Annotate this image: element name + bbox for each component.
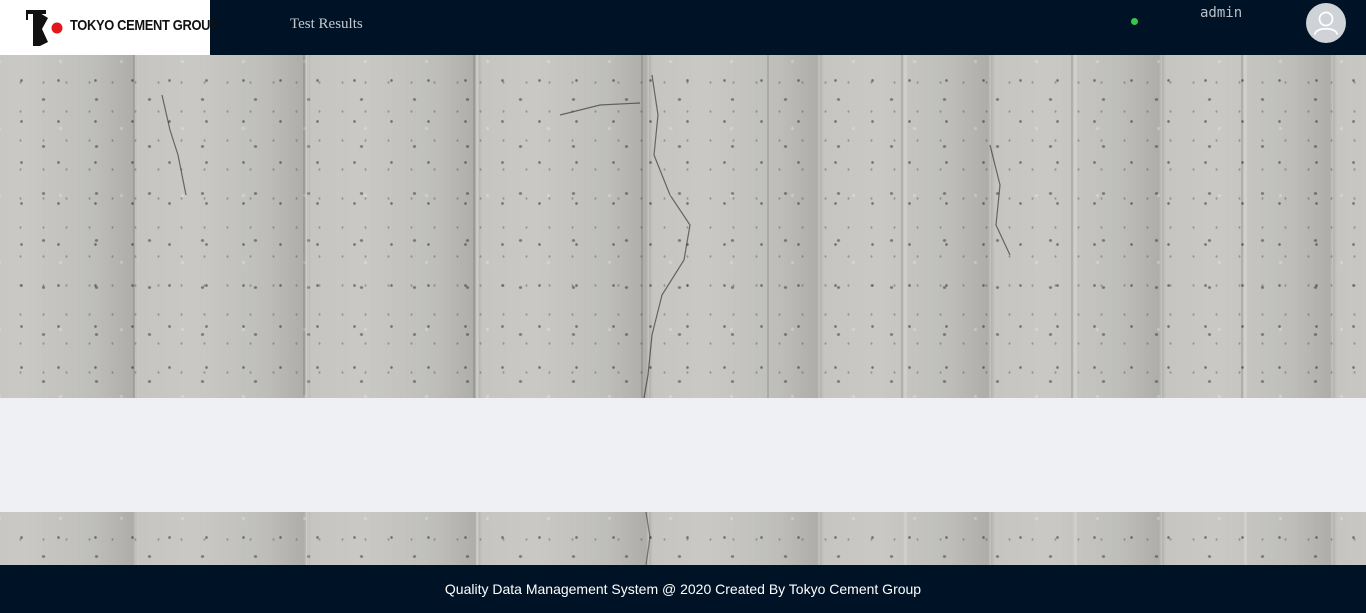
brand-logo[interactable]: TOKYO CEMENT GROUP (0, 0, 219, 55)
concrete-background-strip (0, 512, 1366, 565)
concrete-texture-decoration (133, 55, 1247, 398)
username-label[interactable]: admin (1200, 5, 1242, 21)
page-footer: Quality Data Management System @ 2020 Cr… (0, 565, 1366, 613)
concrete-texture-decoration (136, 512, 1247, 565)
nav-link-test-results[interactable]: Test Results (290, 16, 363, 33)
main-content-area (0, 398, 1366, 512)
user-avatar[interactable] (1306, 3, 1346, 43)
brand-name: TOKYO CEMENT GROUP (70, 17, 219, 34)
footer-copyright-text: Quality Data Management System @ 2020 Cr… (444, 581, 922, 597)
top-navbar: TOKYO CEMENT GROUP Test Results admin (0, 0, 1366, 55)
concrete-background-banner (0, 55, 1366, 398)
online-status-indicator (1131, 18, 1138, 25)
tokyo-cement-logo-icon (26, 10, 63, 46)
user-icon (1314, 11, 1338, 35)
